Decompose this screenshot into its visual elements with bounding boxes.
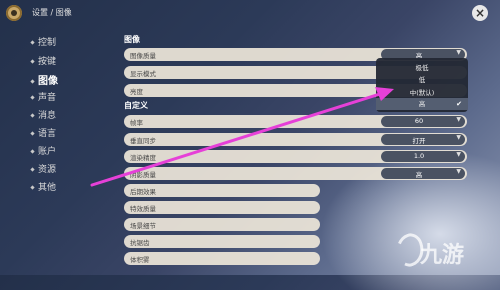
annotation-arrow [90,87,394,187]
annotation-arrow-line [90,91,385,187]
watermark-text: 九游 [420,243,465,268]
